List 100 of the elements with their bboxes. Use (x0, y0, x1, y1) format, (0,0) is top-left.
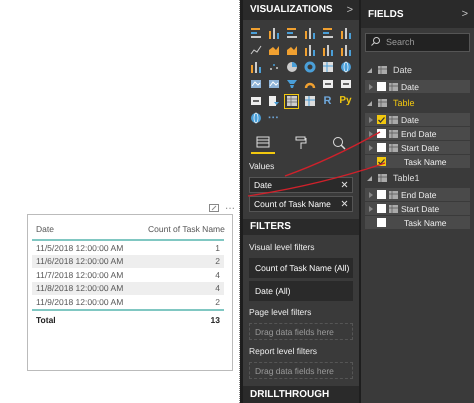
donut-chart-icon (304, 61, 316, 74)
search-field[interactable]: Search (365, 32, 470, 52)
visual-type-button[interactable] (248, 110, 263, 126)
checkbox[interactable] (377, 115, 386, 124)
checkbox[interactable] (377, 190, 386, 199)
field-item[interactable]: End Date (365, 127, 470, 140)
field-item[interactable]: Date (365, 80, 470, 93)
filter-card[interactable]: Count of Task Name (All) (249, 258, 353, 278)
visual-type-button[interactable] (338, 60, 353, 75)
table-name[interactable]: Table1 (393, 173, 420, 183)
field-item[interactable]: End Date (365, 188, 470, 201)
visual-type-button[interactable] (248, 60, 263, 75)
collapse-button[interactable]: > (462, 8, 468, 20)
more-options[interactable]: ··· (225, 202, 235, 214)
table-icon (389, 82, 398, 90)
pane-tab[interactable] (251, 136, 275, 154)
visual-type-button[interactable] (302, 94, 317, 109)
section-label: Visual level filters (249, 241, 316, 254)
line-chart-icon (250, 44, 262, 56)
visual-type-button[interactable] (338, 42, 353, 58)
visual-type-button[interactable] (266, 94, 281, 109)
drop-zone: Drag data fields here (249, 362, 353, 380)
globe-icon (340, 61, 352, 74)
checkbox[interactable] (377, 129, 386, 138)
visual-type-button[interactable] (284, 60, 299, 75)
card-icon (250, 95, 262, 108)
column-header: Date (35, 224, 55, 234)
check-icon (378, 158, 385, 164)
table-cell-text: 4 (214, 270, 221, 280)
column-chart-icon (340, 44, 352, 56)
table-icon (378, 99, 387, 107)
table-cell-text: 11/5/2018 12:00:00 AM (35, 242, 124, 253)
table-cell-text: 2 (214, 296, 221, 307)
pie-chart-icon (286, 61, 298, 74)
search-icon (371, 37, 380, 46)
expand-icon (369, 130, 373, 136)
visual-type-button[interactable] (302, 26, 317, 41)
column-chart-icon (304, 44, 316, 56)
field-item[interactable]: Start Date (365, 202, 470, 215)
area-chart-icon (286, 44, 298, 56)
field-well[interactable]: Date (249, 176, 353, 193)
field-item[interactable]: Date (365, 113, 470, 126)
column-chart-icon (268, 27, 280, 40)
remove-icon[interactable] (341, 181, 348, 188)
panel-title: FIELDS (368, 8, 404, 20)
column-chart-icon (322, 44, 334, 56)
section-label: Report level filters (249, 345, 318, 358)
visual-type-button[interactable] (320, 26, 335, 41)
visual-type-button[interactable] (266, 26, 281, 41)
focus-mode-icon[interactable] (209, 204, 219, 212)
caret-icon (367, 176, 372, 180)
section-label: Page level filters (249, 306, 312, 320)
checkbox[interactable] (377, 218, 386, 227)
total-cell-text: Total (35, 314, 57, 324)
panel-title: VISUALIZATIONS (250, 4, 333, 16)
checkbox[interactable] (377, 143, 386, 152)
table-cell-text: 2 (214, 256, 221, 266)
collapse-button[interactable]: > (346, 4, 353, 16)
table-icon (378, 174, 387, 182)
table-icon (286, 95, 298, 108)
table-icon (378, 66, 387, 74)
section-label: Values (249, 160, 276, 173)
section-title: DRILLTHROUGH (250, 389, 330, 400)
visual-type-button[interactable] (320, 60, 335, 75)
visual-type-button[interactable] (284, 94, 299, 109)
expand-icon (369, 144, 373, 150)
visual-type-button[interactable]: ··· (266, 110, 281, 126)
drop-zone: Drag data fields here (249, 323, 353, 340)
table-icon (389, 204, 398, 212)
visual-type-button[interactable] (284, 26, 299, 41)
column-chart-icon (250, 61, 262, 74)
matrix-icon (322, 61, 334, 74)
visual-type-button[interactable] (338, 26, 353, 41)
column-chart-icon (340, 27, 352, 40)
table-name[interactable]: Date (393, 65, 412, 75)
card-icon (340, 78, 352, 90)
globe-icon (250, 112, 262, 124)
expand-icon (369, 116, 373, 122)
visual-type-button[interactable]: Py (338, 94, 353, 109)
visual-type-button[interactable] (248, 26, 263, 41)
visual-type-button[interactable] (320, 42, 335, 58)
table-icon (389, 190, 398, 198)
field-item[interactable]: Start Date (365, 141, 470, 154)
area-chart-icon (268, 44, 280, 56)
visual-type-button[interactable]: R (320, 94, 335, 109)
fields-icon (256, 136, 270, 148)
expand-icon (369, 192, 373, 198)
table-name[interactable]: Table (393, 98, 415, 108)
checkbox[interactable] (377, 82, 386, 91)
remove-icon[interactable] (341, 200, 348, 208)
filter-card[interactable]: Date (All) (249, 281, 353, 302)
checkbox[interactable] (377, 204, 386, 213)
field-well[interactable]: Count of Task Name (249, 196, 353, 212)
paint-roller-icon (295, 136, 307, 150)
visual-type-button[interactable] (302, 42, 317, 58)
field-item[interactable]: Task Name (365, 216, 470, 229)
table-cell-text: 11/9/2018 12:00:00 AM (35, 296, 124, 307)
field-item[interactable]: Task Name (365, 155, 470, 168)
bar-chart-icon (250, 27, 262, 40)
table-icon (389, 116, 398, 124)
